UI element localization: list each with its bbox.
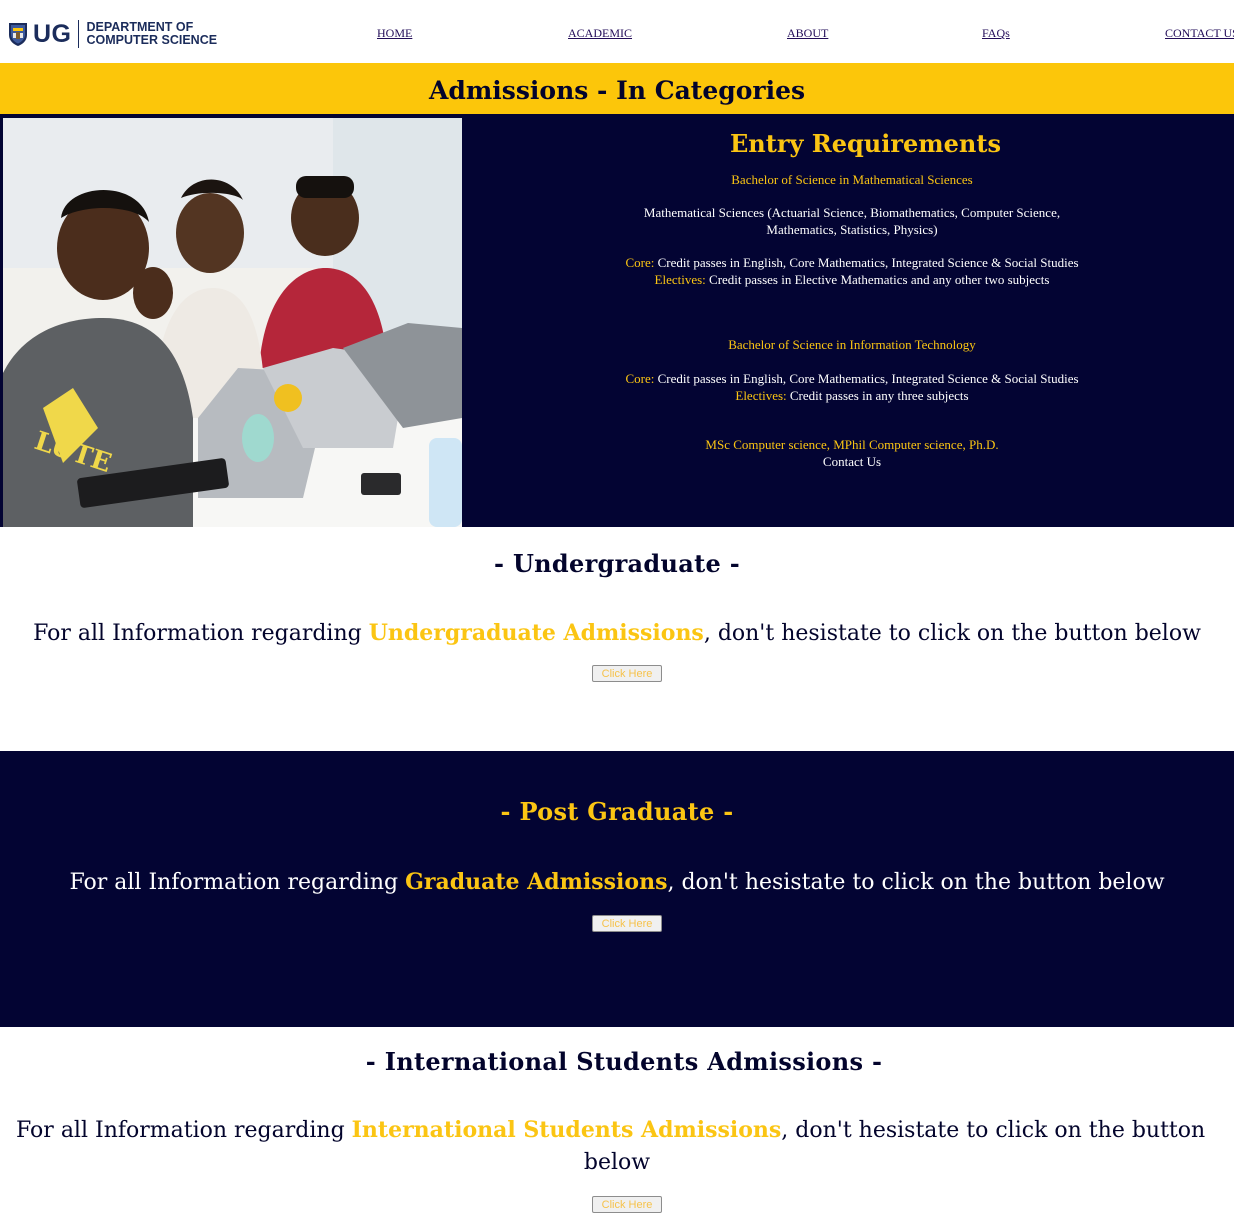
postgraduate-click-button[interactable]: Click Here [592, 915, 662, 932]
nav-about-link[interactable]: ABOUT [787, 26, 828, 41]
bsc-it-electives-text: Credit passes in any three subjects [786, 388, 969, 403]
undergraduate-section: - Undergraduate - For all Information re… [0, 527, 1234, 751]
entry-requirements-section: LUTE Entry Requirements Bachelor of Scie… [0, 114, 1234, 527]
bsc-it-electives: Electives: Credit passes in any three su… [470, 387, 1234, 404]
undergraduate-text-prefix: For all Information regarding [33, 621, 369, 646]
bsc-math-programs-1: Mathematical Sciences (Actuarial Science… [643, 205, 1061, 220]
contact-us-link[interactable]: Contact Us [470, 453, 1234, 470]
ug-crest-icon [9, 23, 27, 46]
international-highlight: International Students Admissions [351, 1117, 782, 1143]
international-section: - International Students Admissions - Fo… [0, 1027, 1234, 1230]
bsc-it-core: Core: Credit passes in English, Core Mat… [470, 370, 1234, 387]
international-click-button[interactable]: Click Here [592, 1196, 662, 1213]
international-text-line-2: below [583, 1150, 651, 1175]
postgraduate-text-suffix: , don't hesistate to click on the button… [667, 870, 1165, 895]
page-title: Admissions - In Categories [428, 76, 806, 105]
bsc-math-electives-label: Electives: [654, 272, 706, 287]
postgraduate-section: - Post Graduate - For all Information re… [0, 751, 1234, 1027]
international-text-prefix: For all Information regarding [16, 1118, 352, 1143]
bsc-math-programs-2: Mathematics, Statistics, Physics) [766, 222, 938, 237]
bsc-math-core-label: Core: [625, 255, 655, 270]
logo-divider [77, 20, 79, 48]
undergraduate-text-suffix: , don't hesistate to click on the button… [703, 621, 1201, 646]
nav-academic-link[interactable]: ACADEMIC [568, 26, 632, 41]
undergraduate-click-button[interactable]: Click Here [592, 665, 662, 682]
international-title: - International Students Admissions - [365, 1047, 883, 1076]
bsc-math-core-text: Credit passes in English, Core Mathemati… [654, 255, 1079, 270]
site-header: UG DEPARTMENT OF COMPUTER SCIENCE HOME A… [0, 0, 1234, 62]
bsc-math-heading: Bachelor of Science in Mathematical Scie… [731, 172, 973, 187]
bsc-it-electives-label: Electives: [735, 388, 787, 403]
logo-line-2: COMPUTER SCIENCE [86, 33, 218, 47]
international-text-suffix: , don't hesistate to click on the button [781, 1118, 1206, 1143]
undergraduate-text: For all Information regarding Undergradu… [0, 620, 1234, 646]
nav-contact-link[interactable]: CONTACT US [1165, 26, 1234, 41]
entry-requirements: Entry Requirements Bachelor of Science i… [470, 114, 1234, 527]
nav-faqs-link[interactable]: FAQs [982, 26, 1010, 41]
page-banner: Admissions - In Categories [0, 63, 1234, 114]
bsc-math-core: Core: Credit passes in English, Core Mat… [470, 254, 1234, 271]
bsc-it-core-label: Core: [625, 371, 655, 386]
students-illustration: LUTE [3, 118, 462, 527]
undergraduate-highlight: Undergraduate Admissions [368, 620, 704, 646]
bsc-it-core-text: Credit passes in English, Core Mathemati… [654, 371, 1079, 386]
postgraduate-highlight: Graduate Admissions [405, 869, 668, 895]
postgraduate-text: For all Information regarding Graduate A… [0, 869, 1234, 895]
undergraduate-title: - Undergraduate - [494, 549, 740, 578]
graduate-programs: MSc Computer science, MPhil Computer sci… [705, 437, 999, 452]
bsc-it-heading: Bachelor of Science in Information Techn… [728, 337, 976, 352]
international-text: For all Information regarding Internatio… [16, 1117, 1234, 1143]
logo-department: DEPARTMENT OF COMPUTER SCIENCE [87, 21, 218, 47]
postgraduate-text-prefix: For all Information regarding [69, 870, 406, 895]
bsc-math-electives: Electives: Credit passes in Elective Mat… [470, 271, 1234, 288]
entry-requirements-title: Entry Requirements [730, 129, 1001, 158]
postgraduate-title: - Post Graduate - [500, 797, 734, 826]
nav-home-link[interactable]: HOME [377, 26, 412, 41]
ug-logo[interactable]: UG DEPARTMENT OF COMPUTER SCIENCE [8, 18, 217, 50]
logo-ug-text: UG [33, 19, 72, 48]
students-photo: LUTE [3, 118, 462, 527]
bsc-math-electives-text: Credit passes in Elective Mathematics an… [705, 272, 1050, 287]
